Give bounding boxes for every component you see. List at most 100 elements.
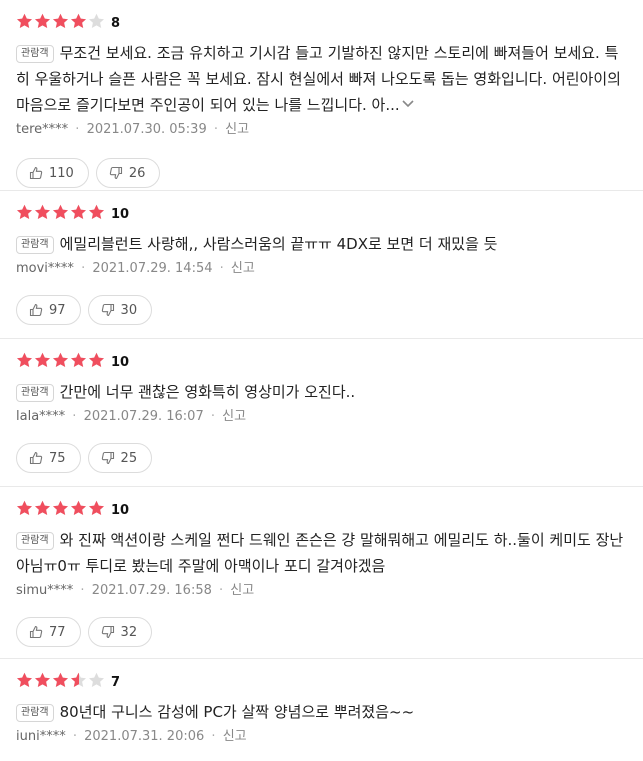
review-item: 10 관람객 에밀리블런트 사랑해,, 사람스러움의 끝ㅠㅠ 4DX로 보면 더 …	[0, 191, 643, 339]
thumbs-down-icon	[109, 166, 122, 180]
reviewer-id: lala****	[16, 409, 66, 424]
star-filled-icon	[52, 672, 69, 689]
review-body[interactable]: 관람객 간만에 너무 괜찮은 영화특히 영상미가 오진다..	[16, 379, 631, 405]
review-text: 80년대 구니스 감성에 PC가 살짝 양념으로 뿌려졌음~~	[59, 703, 415, 721]
star-rating	[16, 352, 106, 373]
thumbs-down-icon	[101, 303, 114, 317]
review-list: 8 관람객 무조건 보세요. 조금 유치하고 기시감 들고 기발하진 않지만 스토…	[0, 0, 643, 761]
review-text: 무조건 보세요. 조금 유치하고 기시감 들고 기발하진 않지만 스토리에 빠져…	[16, 44, 621, 114]
dislike-count: 30	[120, 302, 138, 318]
separator: ·	[206, 409, 220, 424]
star-filled-icon	[88, 352, 105, 369]
separator: ·	[214, 583, 228, 598]
report-link[interactable]: 신고	[225, 122, 249, 137]
review-score: 8	[111, 15, 121, 31]
reviewer-id: movi****	[16, 261, 74, 276]
like-button[interactable]: 75	[16, 443, 81, 473]
star-filled-icon	[88, 204, 105, 221]
like-button[interactable]: 77	[16, 617, 81, 647]
star-filled-icon	[16, 352, 33, 369]
star-filled-icon	[52, 204, 69, 221]
review-score: 10	[111, 354, 130, 370]
report-link[interactable]: 신고	[222, 409, 246, 424]
report-link[interactable]: 신고	[230, 583, 254, 598]
review-score: 7	[111, 674, 121, 690]
star-filled-icon	[52, 13, 69, 30]
star-rating	[16, 500, 106, 521]
separator: ·	[76, 583, 89, 598]
review-meta: iuni**** · 2021.07.31. 20:06 · 신고	[16, 727, 631, 747]
star-filled-icon	[16, 500, 33, 517]
like-count: 75	[49, 450, 66, 466]
dislike-button[interactable]: 32	[87, 617, 153, 647]
star-filled-icon	[88, 500, 105, 517]
star-empty-icon	[88, 13, 105, 30]
review-date: 2021.07.29. 16:58	[91, 583, 212, 598]
dislike-count: 32	[120, 624, 138, 640]
star-filled-icon	[34, 672, 51, 689]
viewer-badge: 관람객	[16, 532, 54, 550]
star-filled-icon	[70, 204, 87, 221]
review-body[interactable]: 관람객 와 진짜 액션이랑 스케일 쩐다 드웨인 존슨은 걍 말해뭐해고 에밀리도…	[16, 527, 631, 579]
rating-row: 10	[16, 204, 631, 225]
review-meta: tere**** · 2021.07.30. 05:39 · 신고	[16, 120, 631, 140]
review-item: 10 관람객 간만에 너무 괜찮은 영화특히 영상미가 오진다.. lala***…	[0, 339, 643, 487]
like-count: 110	[49, 165, 74, 181]
viewer-badge: 관람객	[16, 45, 54, 63]
thumbs-up-icon	[29, 625, 43, 639]
vote-buttons: 77 32	[16, 617, 631, 661]
star-filled-icon	[34, 500, 51, 517]
vote-buttons: 75 25	[16, 443, 631, 487]
dislike-count: 26	[128, 165, 146, 181]
viewer-badge: 관람객	[16, 704, 54, 722]
separator: ·	[68, 729, 82, 744]
like-count: 97	[49, 302, 66, 318]
dislike-button[interactable]: 30	[87, 295, 153, 325]
reviewer-id: iuni****	[16, 729, 66, 744]
review-item: 7 관람객 80년대 구니스 감성에 PC가 살짝 양념으로 뿌려졌음~~ iun…	[0, 659, 643, 761]
thumbs-up-icon	[29, 451, 43, 465]
reviewer-id: tere****	[16, 122, 69, 137]
separator: ·	[207, 729, 220, 744]
review-score: 10	[111, 206, 130, 222]
star-empty-icon	[88, 672, 105, 689]
review-body[interactable]: 관람객 에밀리블런트 사랑해,, 사람스러움의 끝ㅠㅠ 4DX로 보면 더 재밌을…	[16, 231, 631, 257]
report-link[interactable]: 신고	[223, 729, 247, 744]
rating-row: 10	[16, 500, 631, 521]
star-filled-icon	[52, 500, 69, 517]
chevron-down-icon[interactable]	[402, 99, 414, 109]
review-date: 2021.07.29. 16:07	[83, 409, 204, 424]
separator: ·	[76, 261, 90, 276]
review-meta: lala**** · 2021.07.29. 16:07 · 신고	[16, 407, 631, 427]
star-filled-icon	[70, 13, 87, 30]
dislike-count: 25	[120, 450, 138, 466]
review-body[interactable]: 관람객 무조건 보세요. 조금 유치하고 기시감 들고 기발하진 않지만 스토리에…	[16, 40, 631, 118]
reviewer-id: simu****	[16, 583, 74, 598]
separator: ·	[209, 122, 223, 137]
star-filled-icon	[34, 13, 51, 30]
star-filled-icon	[16, 204, 33, 221]
review-score: 10	[111, 502, 130, 518]
star-filled-icon	[16, 13, 33, 30]
dislike-button[interactable]: 26	[95, 158, 161, 188]
review-meta: movi**** · 2021.07.29. 14:54 · 신고	[16, 259, 631, 279]
review-body[interactable]: 관람객 80년대 구니스 감성에 PC가 살짝 양념으로 뿌려졌음~~	[16, 699, 631, 725]
separator: ·	[71, 122, 84, 137]
viewer-badge: 관람객	[16, 236, 54, 254]
review-item: 10 관람객 와 진짜 액션이랑 스케일 쩐다 드웨인 존슨은 걍 말해뭐해고 에…	[0, 487, 643, 659]
review-item: 8 관람객 무조건 보세요. 조금 유치하고 기시감 들고 기발하진 않지만 스토…	[0, 0, 643, 191]
star-rating	[16, 13, 106, 34]
dislike-button[interactable]: 25	[87, 443, 153, 473]
like-button[interactable]: 97	[16, 295, 81, 325]
like-button[interactable]: 110	[16, 158, 89, 188]
review-text: 간만에 너무 괜찮은 영화특히 영상미가 오진다..	[59, 383, 356, 401]
review-date: 2021.07.29. 14:54	[92, 261, 213, 276]
review-text: 와 진짜 액션이랑 스케일 쩐다 드웨인 존슨은 걍 말해뭐해고 에밀리도 하.…	[16, 531, 624, 575]
thumbs-up-icon	[29, 166, 43, 180]
review-text: 에밀리블런트 사랑해,, 사람스러움의 끝ㅠㅠ 4DX로 보면 더 재밌을 듯	[59, 235, 498, 253]
viewer-badge: 관람객	[16, 384, 54, 402]
star-rating	[16, 204, 106, 225]
thumbs-down-icon	[101, 625, 114, 639]
rating-row: 10	[16, 352, 631, 373]
report-link[interactable]: 신고	[231, 261, 255, 276]
